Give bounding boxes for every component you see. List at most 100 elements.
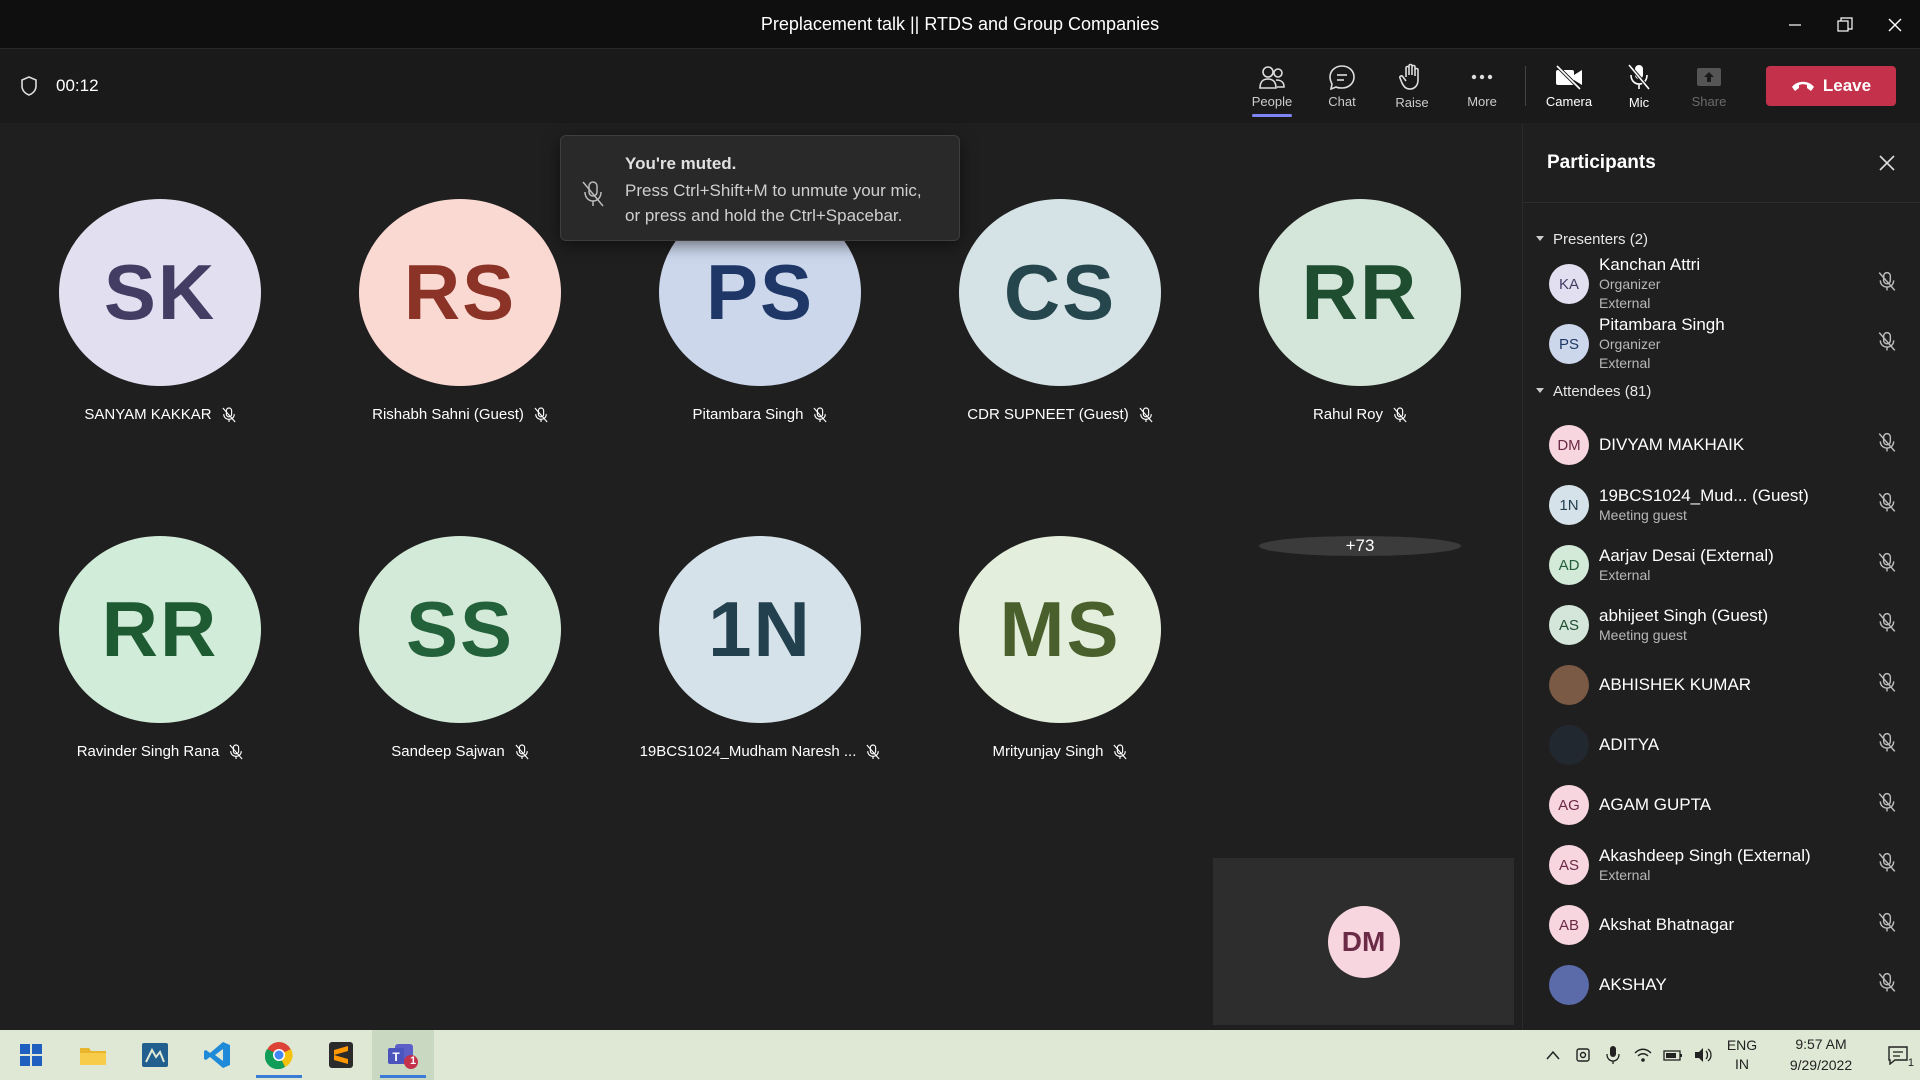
participant-name: ABHISHEK KUMAR (1599, 675, 1752, 694)
participant-row[interactable]: ABHISHEK KUMAR (1523, 655, 1920, 715)
participant-mic-status (1878, 552, 1896, 578)
camera-off-icon (1555, 64, 1582, 90)
participant-info: Pitambara Singh Organizer External (1599, 315, 1900, 373)
mic-off-icon (534, 406, 548, 422)
participant-mic-status (1878, 612, 1896, 638)
taskbar-file-explorer[interactable] (62, 1030, 124, 1080)
participant-row[interactable]: PS Pitambara Singh Organizer External (1523, 313, 1920, 375)
avatar: 1N (1549, 485, 1589, 525)
minimize-button[interactable] (1770, 0, 1820, 49)
participant-row[interactable]: DM DIVYAM MAKHAIK (1523, 415, 1920, 475)
mic-off-icon (229, 743, 243, 759)
timer-text: 00:12 (56, 76, 99, 95)
participant-name: 19BCS1024_Mud... (Guest) (1599, 485, 1809, 505)
participant-tile[interactable]: SK SANYAM KAKKAR (10, 123, 310, 423)
participant-name-row: Mrityunjay Singh (993, 743, 1128, 760)
participant-role: External (1599, 866, 1651, 883)
participant-tile[interactable]: SS Sandeep Sajwan (310, 460, 610, 760)
avatar: PS (1549, 324, 1589, 364)
self-preview-tile[interactable]: DM (1213, 858, 1514, 1025)
avatar (1549, 965, 1589, 1005)
participant-row[interactable]: 1N 19BCS1024_Mud... (Guest) Meeting guest (1523, 475, 1920, 535)
participant-tile[interactable]: MS Mrityunjay Singh (910, 460, 1210, 760)
tray-volume[interactable] (1688, 1047, 1718, 1063)
leave-button[interactable]: Leave (1766, 66, 1896, 106)
camera-button[interactable]: Camera (1534, 49, 1604, 123)
clock-date: 9/29/2022 (1789, 1057, 1853, 1073)
people-icon (1259, 65, 1285, 89)
raise-hand-button[interactable]: Raise (1377, 49, 1447, 123)
start-button[interactable] (0, 1030, 62, 1080)
participant-row[interactable]: AS abhijeet Singh (Guest) Meeting guest (1523, 595, 1920, 655)
input-language[interactable]: ENG IN (1718, 1036, 1766, 1074)
participant-name: CDR SUPNEET (Guest) (967, 406, 1129, 423)
avatar: AS (1549, 845, 1589, 885)
more-button[interactable]: More (1447, 49, 1517, 123)
participant-avatar: SS (359, 536, 561, 723)
toolbar-separator (1525, 66, 1526, 106)
clock[interactable]: 9:57 AM 9/29/2022 (1766, 1034, 1876, 1076)
participant-info: AGAM GUPTA (1599, 795, 1900, 815)
clock-time: 9:57 AM (1795, 1036, 1847, 1052)
toast-line-2: or press and hold the Ctrl+Spacebar. (625, 206, 903, 225)
chevron-up-icon (1546, 1050, 1560, 1060)
participant-row[interactable]: AS Akashdeep Singh (External) External (1523, 835, 1920, 895)
mic-off-icon (1113, 743, 1127, 759)
restore-button[interactable] (1820, 0, 1870, 49)
participant-info: Akshat Bhatnagar (1599, 915, 1900, 935)
chrome-icon (265, 1042, 293, 1069)
participant-avatar: MS (959, 536, 1161, 723)
mic-button[interactable]: Mic (1604, 49, 1674, 123)
tray-battery[interactable] (1658, 1048, 1688, 1062)
participant-tile[interactable]: 1N 19BCS1024_Mudham Naresh ... (610, 460, 910, 760)
participant-row[interactable]: AG AGAM GUPTA (1523, 775, 1920, 835)
toolbar-actions: People Chat Raise More Camera Mic Share (1237, 49, 1896, 123)
taskbar-app-blue[interactable] (124, 1030, 186, 1080)
taskbar-vscode[interactable] (186, 1030, 248, 1080)
attendees-section-header[interactable]: Attendees (81) (1523, 375, 1920, 407)
attendees-list: DM DIVYAM MAKHAIK 1N 19BCS1024_Mud... (Gues… (1523, 415, 1920, 1015)
tray-app[interactable] (1568, 1046, 1598, 1064)
participant-name: Mrityunjay Singh (992, 743, 1104, 760)
close-window-button[interactable] (1870, 0, 1920, 49)
participant-mic-status (1878, 432, 1896, 458)
close-panel-icon[interactable] (1878, 154, 1896, 172)
panel-header: Participants (1523, 123, 1920, 203)
participant-tile[interactable]: RR Ravinder Singh Rana (10, 460, 310, 760)
hand-icon (1399, 63, 1419, 90)
meeting-timer: 00:12 (20, 76, 99, 96)
participant-row[interactable]: AD Aarjav Desai (External) External (1523, 535, 1920, 595)
presenters-list: KA Kanchan Attri Organizer External PS Pitamb… (1523, 255, 1920, 375)
tray-overflow[interactable] (1538, 1050, 1568, 1060)
participant-name: DIVYAM MAKHAIK (1599, 435, 1745, 454)
taskbar-teams[interactable]: T 1 (372, 1030, 434, 1080)
presenters-section-header[interactable]: Presenters (2) (1523, 223, 1920, 255)
participant-row[interactable]: AKSHAY (1523, 955, 1920, 1015)
mic-off-icon (582, 181, 604, 207)
tray-mic[interactable] (1598, 1045, 1628, 1065)
muted-notification: You're muted. Press Ctrl+Shift+M to unmu… (560, 135, 960, 241)
taskbar-sublime[interactable] (310, 1030, 372, 1080)
chat-label: Chat (1328, 93, 1356, 109)
notification-center[interactable]: 1 (1876, 1045, 1920, 1069)
taskbar-chrome[interactable] (248, 1030, 310, 1080)
leave-label: Leave (1822, 76, 1872, 95)
chat-button[interactable]: Chat (1307, 49, 1377, 123)
tray-wifi[interactable] (1628, 1047, 1658, 1063)
mic-off-icon (813, 406, 828, 422)
mic-off-icon (1878, 792, 1896, 812)
people-button[interactable]: People (1237, 49, 1307, 123)
participant-info: abhijeet Singh (Guest) Meeting guest (1599, 606, 1900, 645)
presenters-label: Presenters (2) (1553, 230, 1649, 248)
overflow-count[interactable]: +73 (1259, 536, 1461, 556)
raise-label: Raise (1395, 94, 1429, 110)
mic-off-icon (1878, 972, 1896, 992)
participant-info: DIVYAM MAKHAIK (1599, 435, 1900, 455)
participant-row[interactable]: AB Akshat Bhatnagar (1523, 895, 1920, 955)
overflow-tile[interactable]: +73 (1210, 123, 1510, 556)
participant-row[interactable]: KA Kanchan Attri Organizer External (1523, 255, 1920, 313)
participant-name: AGAM GUPTA (1599, 795, 1712, 814)
share-button[interactable]: Share (1674, 49, 1744, 123)
mic-off-icon (1878, 271, 1896, 291)
participant-row[interactable]: ADITYA (1523, 715, 1920, 775)
